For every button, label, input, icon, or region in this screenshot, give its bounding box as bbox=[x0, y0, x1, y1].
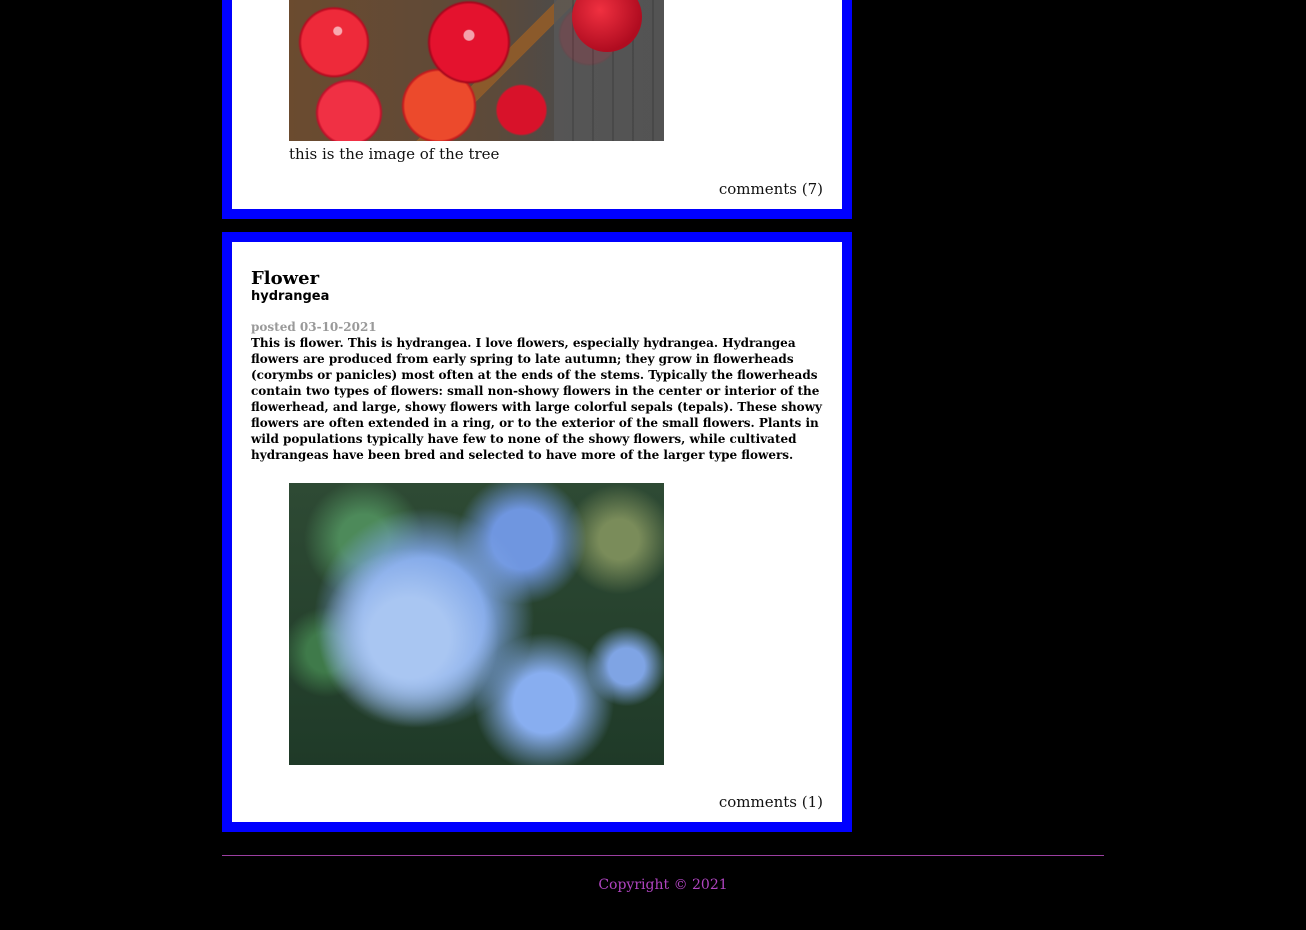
apples-photo bbox=[289, 0, 664, 141]
post-content: Flower hydrangea posted 03-10-2021 This … bbox=[232, 242, 842, 822]
image-caption: this is the image of the tree bbox=[289, 145, 500, 163]
post-card-tree: this is the image of the tree comments (… bbox=[222, 0, 852, 219]
comments-link[interactable]: comments (7) bbox=[719, 180, 823, 198]
copyright-text: Copyright © 2021 bbox=[598, 877, 728, 893]
apple-shape bbox=[572, 0, 642, 52]
post-date: posted 03-10-2021 bbox=[251, 320, 377, 334]
post-subtitle: hydrangea bbox=[251, 289, 330, 304]
footer-divider bbox=[222, 855, 1104, 856]
comments-link[interactable]: comments (1) bbox=[719, 793, 823, 811]
hydrangea-photo bbox=[289, 483, 664, 765]
post-content: this is the image of the tree comments (… bbox=[232, 0, 842, 209]
post-card-flower: Flower hydrangea posted 03-10-2021 This … bbox=[222, 232, 852, 832]
post-body: This is flower. This is hydrangea. I lov… bbox=[251, 336, 822, 462]
post-title: Flower bbox=[251, 268, 320, 289]
